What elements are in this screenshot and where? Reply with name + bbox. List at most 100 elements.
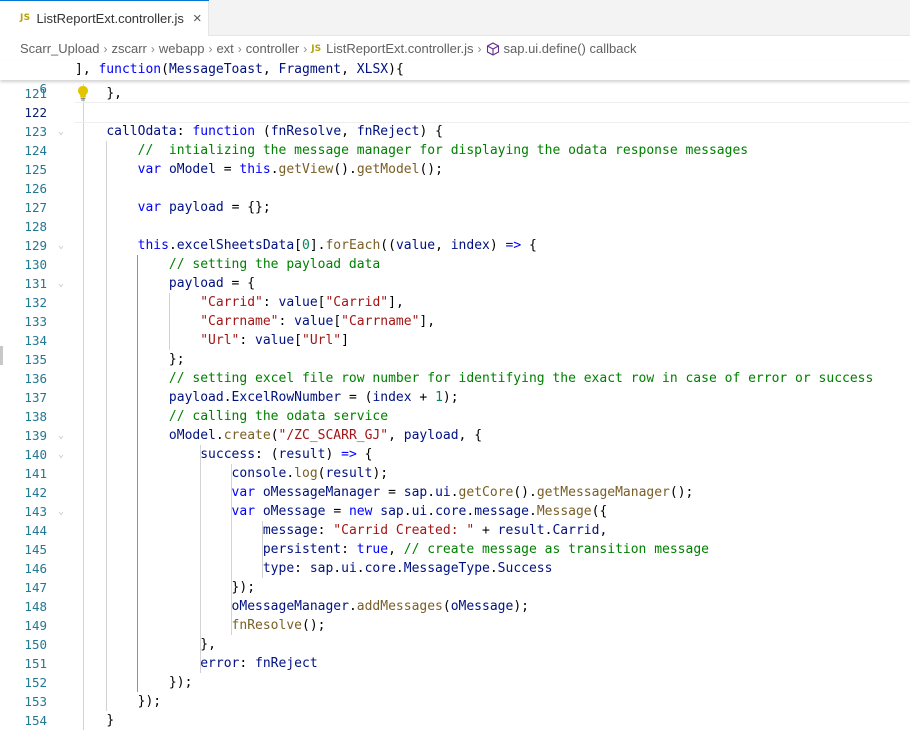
code-line[interactable]: 130 // setting the payload data xyxy=(0,255,910,274)
close-icon[interactable]: × xyxy=(193,11,202,26)
code-text: error: fnReject xyxy=(200,656,318,671)
breadcrumb-item-controller[interactable]: controller xyxy=(246,41,299,56)
code-text: // setting excel file row number for ide… xyxy=(168,371,874,386)
breadcrumb-item-zscarr[interactable]: zscarr xyxy=(112,41,147,56)
line-number: 140 xyxy=(24,447,47,462)
code-line[interactable]: 128 xyxy=(0,217,910,236)
code-editor[interactable]: 121 }, 122 123 ⌄ callOdata: function (fnRes… xyxy=(0,84,910,737)
fold-chevron-icon[interactable]: ⌄ xyxy=(58,426,64,445)
line-number: 135 xyxy=(24,352,47,367)
code-line[interactable]: 127 var payload = {}; xyxy=(0,198,910,217)
line-number: 146 xyxy=(24,561,47,576)
line-number: 6 xyxy=(39,81,47,96)
code-line[interactable]: 150 }, xyxy=(0,635,910,654)
line-number: 136 xyxy=(24,371,47,386)
breadcrumb-item-symbol[interactable]: sap.ui.define() callback xyxy=(504,41,637,56)
code-text: payload = { xyxy=(168,276,256,291)
code-text: var oModel = this.getView().getModel(); xyxy=(137,162,443,177)
code-text: // intializing the message manager for d… xyxy=(137,143,749,158)
line-number: 154 xyxy=(24,713,47,728)
code-line[interactable]: 153 }); xyxy=(0,692,910,711)
code-text: var oMessage = new sap.ui.core.message.M… xyxy=(231,504,608,519)
code-line[interactable]: 125 var oModel = this.getView().getModel… xyxy=(0,160,910,179)
code-line[interactable]: 126 xyxy=(0,179,910,198)
line-number: 137 xyxy=(24,390,47,405)
code-text: this.excelSheetsData[0].forEach((value, … xyxy=(137,238,537,253)
code-text: }); xyxy=(137,694,162,709)
line-number: 124 xyxy=(24,143,47,158)
code-text: var oMessageManager = sap.ui.getCore().g… xyxy=(231,485,694,500)
editor-tab-bar: JS ListReportExt.controller.js × xyxy=(0,0,910,36)
code-text: callOdata: function (fnResolve, fnReject… xyxy=(106,124,443,139)
fold-chevron-icon[interactable]: ⌄ xyxy=(58,236,64,255)
code-line[interactable]: 152 }); xyxy=(0,673,910,692)
code-line[interactable]: 144 message: "Carrid Created: " + result… xyxy=(0,521,910,540)
js-file-icon: JS xyxy=(20,13,31,23)
line-number: 127 xyxy=(24,200,47,215)
code-line[interactable]: 137 payload.ExcelRowNumber = (index + 1)… xyxy=(0,388,910,407)
sticky-code-line: 6 ], function(MessageToast, Fragment, XL… xyxy=(0,60,910,96)
code-line[interactable]: 131 ⌄ payload = { xyxy=(0,274,910,293)
code-line[interactable]: 136 // setting excel file row number for… xyxy=(0,369,910,388)
code-line[interactable]: 135 }; xyxy=(0,350,910,369)
code-line[interactable]: 145 persistent: true, // create message … xyxy=(0,540,910,559)
fold-chevron-icon[interactable]: ⌄ xyxy=(58,122,64,141)
code-text: payload.ExcelRowNumber = (index + 1); xyxy=(168,390,459,405)
chevron-right-icon: › xyxy=(237,41,242,56)
code-text: success: (result) => { xyxy=(200,447,373,462)
code-line[interactable]: 151 error: fnReject xyxy=(0,654,910,673)
js-file-icon: JS xyxy=(311,43,322,54)
code-line[interactable]: 148 oMessageManager.addMessages(oMessage… xyxy=(0,597,910,616)
code-line[interactable]: 129 ⌄ this.excelSheetsData[0].forEach((va… xyxy=(0,236,910,255)
code-text: type: sap.ui.core.MessageType.Success xyxy=(262,561,553,576)
code-text: oModel.create("/ZC_SCARR_GJ", payload, { xyxy=(168,428,483,443)
breadcrumb-item-file[interactable]: ListReportExt.controller.js xyxy=(326,41,473,56)
code-line[interactable]: 132 "Carrid": value["Carrid"], xyxy=(0,293,910,312)
cube-icon xyxy=(486,41,500,56)
line-number: 129 xyxy=(24,238,47,253)
code-line[interactable]: 139 ⌄ oModel.create("/ZC_SCARR_GJ", paylo… xyxy=(0,426,910,445)
code-line[interactable]: 124 // intializing the message manager f… xyxy=(0,141,910,160)
fold-chevron-icon[interactable]: ⌄ xyxy=(58,445,64,464)
line-number: 141 xyxy=(24,466,47,481)
line-number: 138 xyxy=(24,409,47,424)
code-line[interactable]: 154 } xyxy=(0,711,910,730)
code-text: }); xyxy=(231,580,256,595)
code-text: "Carrid": value["Carrid"], xyxy=(200,295,404,310)
code-line[interactable]: 134 "Url": value["Url"] xyxy=(0,331,910,350)
fold-chevron-icon[interactable]: ⌄ xyxy=(58,274,64,293)
code-line[interactable]: 141 console.log(result); xyxy=(0,464,910,483)
code-line[interactable]: 147 }); xyxy=(0,578,910,597)
code-line[interactable]: 122 xyxy=(0,102,910,123)
line-number: 148 xyxy=(24,599,47,614)
code-line[interactable]: 143 ⌄ var oMessage = new sap.ui.core.mess… xyxy=(0,502,910,521)
line-number: 126 xyxy=(24,181,47,196)
line-number: 151 xyxy=(24,656,47,671)
chevron-right-icon: › xyxy=(150,41,155,56)
code-line[interactable]: 133 "Carrname": value["Carrname"], xyxy=(0,312,910,331)
chevron-right-icon: › xyxy=(477,41,482,56)
current-line-highlight xyxy=(75,102,910,123)
fold-chevron-icon[interactable]: ⌄ xyxy=(58,502,64,521)
code-line[interactable]: 149 fnResolve(); xyxy=(0,616,910,635)
sticky-scroll-line[interactable]: 6 ], function(MessageToast, Fragment, XL… xyxy=(0,60,910,96)
code-line[interactable]: 138 // calling the odata service xyxy=(0,407,910,426)
code-text: var payload = {}; xyxy=(137,200,271,215)
breadcrumb-item-ext[interactable]: ext xyxy=(216,41,233,56)
line-number: 144 xyxy=(24,523,47,538)
code-line[interactable]: 142 var oMessageManager = sap.ui.getCore… xyxy=(0,483,910,502)
code-line[interactable]: 140 ⌄ success: (result) => { xyxy=(0,445,910,464)
code-line[interactable]: 121 }, xyxy=(0,84,910,103)
code-line[interactable]: 146 type: sap.ui.core.MessageType.Succes… xyxy=(0,559,910,578)
breadcrumb-item-webapp[interactable]: webapp xyxy=(159,41,205,56)
code-text: message: "Carrid Created: " + result.Car… xyxy=(262,523,608,538)
line-number: 133 xyxy=(24,314,47,329)
code-text: }); xyxy=(168,675,193,690)
tab-listreportext-controller[interactable]: JS ListReportExt.controller.js × xyxy=(0,0,209,36)
line-number: 131 xyxy=(24,276,47,291)
code-line[interactable]: 123 ⌄ callOdata: function (fnResolve, fnR… xyxy=(0,122,910,141)
code-text: "Carrname": value["Carrname"], xyxy=(200,314,436,329)
code-text: persistent: true, // create message as t… xyxy=(262,542,709,557)
breadcrumb-item-project[interactable]: Scarr_Upload xyxy=(20,41,100,56)
code-text: fnResolve(); xyxy=(231,618,326,633)
